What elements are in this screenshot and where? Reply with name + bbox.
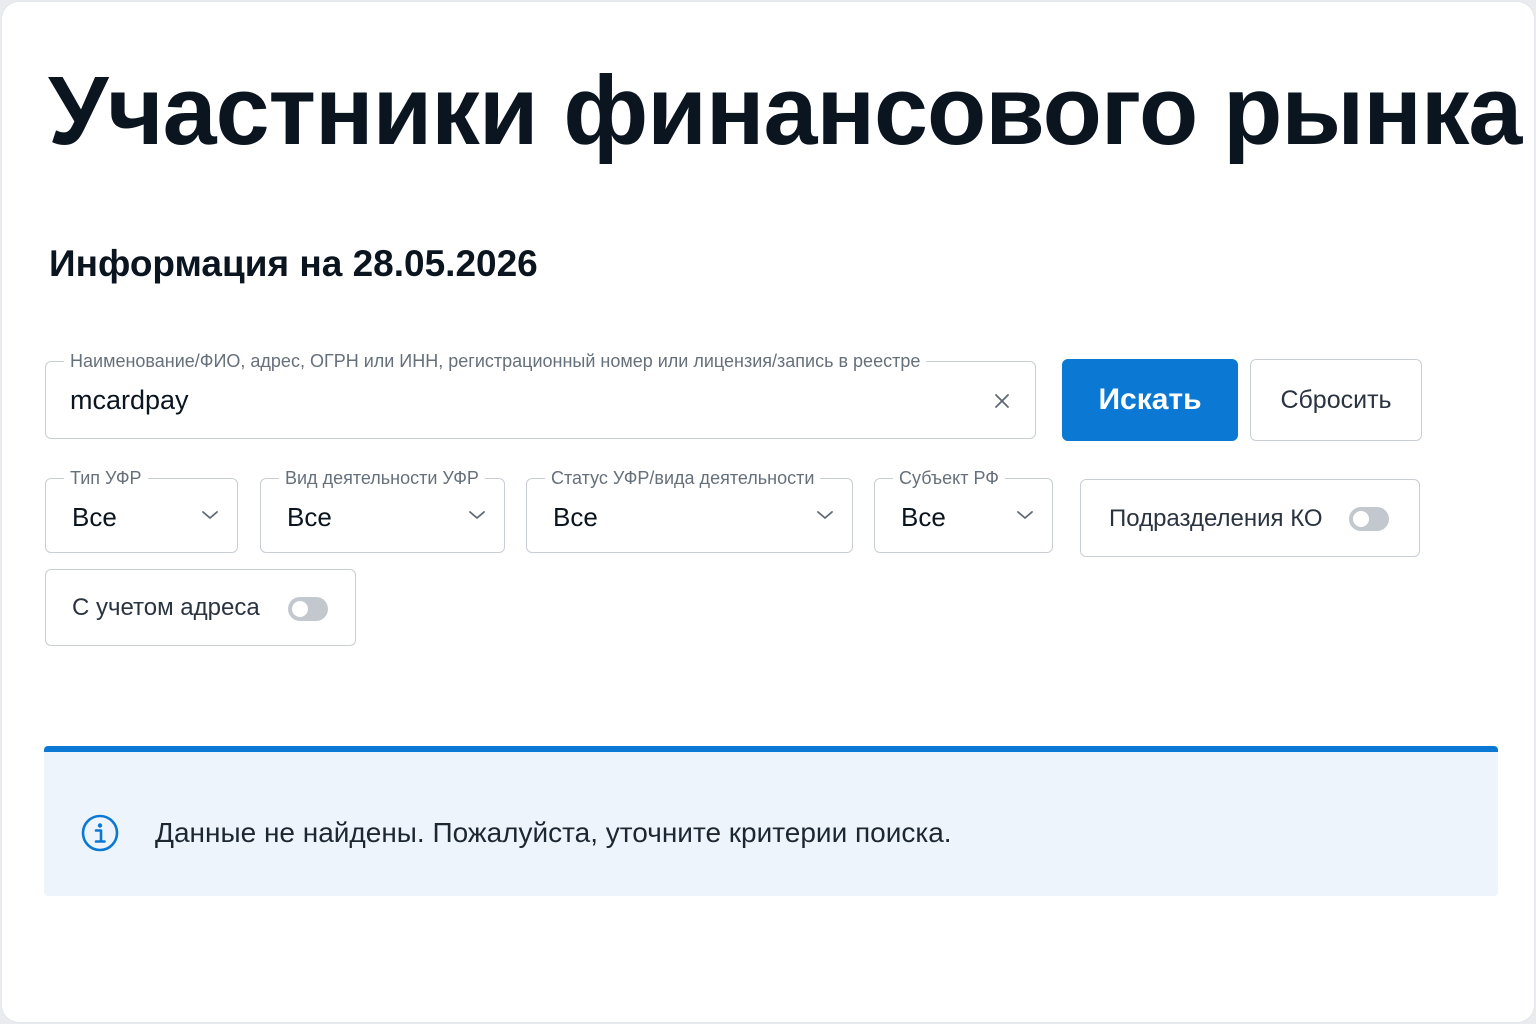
address-toggle-box: С учетом адреса bbox=[45, 569, 356, 646]
filter-type-value: Все bbox=[72, 502, 117, 532]
ko-divisions-label: Подразделения КО bbox=[1109, 505, 1323, 532]
chevron-down-icon bbox=[469, 511, 485, 519]
reset-button[interactable]: Сбросить bbox=[1250, 359, 1422, 441]
close-icon bbox=[995, 394, 1009, 408]
page-card: Участники финансового рынка Информация н… bbox=[1, 1, 1535, 1023]
switch-knob bbox=[1353, 511, 1369, 527]
alert-message: Данные не найдены. Пожалуйста, уточните … bbox=[155, 817, 952, 848]
filter-type-select[interactable]: Тип УФР Все bbox=[45, 467, 238, 553]
search-input[interactable]: mcardpay bbox=[70, 384, 189, 416]
info-icon bbox=[81, 814, 119, 852]
ko-divisions-switch[interactable] bbox=[1349, 507, 1389, 531]
filter-region-value: Все bbox=[901, 502, 946, 532]
address-switch[interactable] bbox=[288, 597, 328, 621]
info-date-heading: Информация на 28.05.2026 bbox=[49, 243, 538, 284]
filter-status-select[interactable]: Статус УФР/вида деятельности Все bbox=[526, 467, 853, 553]
page-title: Участники финансового рынка bbox=[48, 56, 1522, 165]
address-toggle-label: С учетом адреса bbox=[72, 594, 260, 621]
chevron-down-icon bbox=[1017, 511, 1033, 519]
filter-status-value: Все bbox=[553, 502, 598, 532]
chevron-down-icon bbox=[202, 511, 218, 519]
chevron-down-icon bbox=[817, 511, 833, 519]
filter-activity-select[interactable]: Вид деятельности УФР Все bbox=[260, 467, 505, 553]
search-field-label: Наименование/ФИО, адрес, ОГРН или ИНН, р… bbox=[64, 350, 927, 372]
filter-activity-value: Все bbox=[287, 502, 332, 532]
clear-search-button[interactable] bbox=[987, 386, 1017, 416]
filter-status-label: Статус УФР/вида деятельности bbox=[545, 467, 821, 489]
filter-type-label: Тип УФР bbox=[64, 467, 148, 489]
filter-activity-label: Вид деятельности УФР bbox=[279, 467, 485, 489]
search-button[interactable]: Искать bbox=[1062, 359, 1238, 441]
filter-region-select[interactable]: Субъект РФ Все bbox=[874, 467, 1053, 553]
search-field[interactable]: Наименование/ФИО, адрес, ОГРН или ИНН, р… bbox=[45, 350, 1036, 439]
filter-region-label: Субъект РФ bbox=[893, 467, 1005, 489]
no-results-alert: Данные не найдены. Пожалуйста, уточните … bbox=[44, 746, 1498, 896]
ko-divisions-toggle-box: Подразделения КО bbox=[1080, 479, 1420, 557]
switch-knob bbox=[292, 601, 308, 617]
